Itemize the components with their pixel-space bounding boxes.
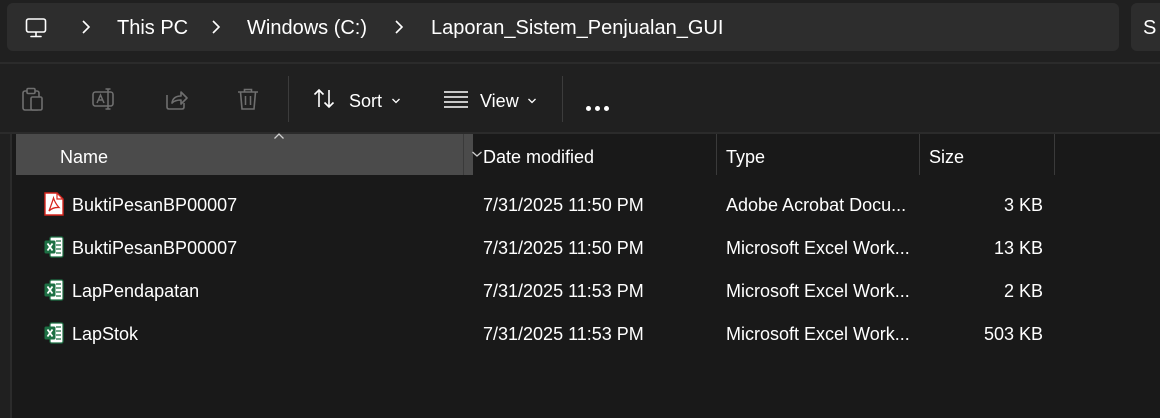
share-icon[interactable]	[163, 86, 189, 112]
file-type: Microsoft Excel Work...	[726, 281, 910, 301]
file-date-modified: 7/31/2025 11:50 PM	[483, 195, 644, 215]
column-header-date-label: Date modified	[483, 147, 595, 167]
file-type: Microsoft Excel Work...	[726, 324, 910, 344]
file-type: Adobe Acrobat Docu...	[726, 195, 907, 215]
title-address-area: This PC Windows (C:) Laporan_Sistem_Penj…	[0, 0, 1160, 62]
column-header-type-label: Type	[726, 147, 766, 167]
pdf-file-icon	[44, 192, 64, 216]
chevron-down-icon[interactable]	[527, 97, 537, 105]
excel-file-icon	[44, 279, 64, 301]
toolbar-separator	[562, 76, 563, 122]
command-bar: Sort View	[0, 64, 1160, 132]
chevron-right-icon[interactable]	[210, 18, 222, 36]
chevron-right-icon[interactable]	[393, 18, 405, 36]
column-header-date[interactable]: Date modified	[474, 134, 716, 175]
breadcrumb-windows-c[interactable]: Windows (C:)	[247, 16, 367, 40]
chevron-right-icon[interactable]	[80, 18, 92, 36]
file-date-modified: 7/31/2025 11:50 PM	[483, 238, 644, 258]
navigation-pane-edge	[0, 134, 12, 418]
column-header-size[interactable]: Size	[920, 134, 1054, 175]
search-box[interactable]: S	[1131, 3, 1160, 51]
file-name: LapPendapatan	[72, 281, 200, 301]
file-row[interactable]: BuktiPesanBP00007 7/31/2025 11:50 PM Mic…	[16, 226, 1056, 269]
sort-button-label[interactable]: Sort	[349, 90, 382, 112]
address-bar[interactable]: This PC Windows (C:) Laporan_Sistem_Penj…	[7, 3, 1119, 51]
file-row[interactable]: BuktiPesanBP00007 7/31/2025 11:50 PM Ado…	[16, 183, 1056, 226]
file-size: 13 KB	[993, 238, 1043, 258]
column-header-type[interactable]: Type	[717, 134, 919, 175]
column-divider[interactable]	[1054, 134, 1055, 175]
file-name: BuktiPesanBP00007	[72, 238, 238, 258]
this-pc-icon[interactable]	[24, 16, 48, 40]
view-button-label[interactable]: View	[480, 90, 519, 112]
more-options-icon[interactable]	[586, 98, 613, 116]
file-type: Microsoft Excel Work...	[726, 238, 910, 258]
file-row[interactable]: LapPendapatan 7/31/2025 11:53 PM Microso…	[16, 269, 1056, 312]
column-header-name-label: Name	[60, 147, 109, 167]
file-name: LapStok	[72, 324, 139, 344]
rename-icon[interactable]	[91, 86, 117, 112]
breadcrumb-this-pc[interactable]: This PC	[117, 16, 188, 40]
sort-ascending-caret-icon	[274, 133, 284, 139]
delete-icon[interactable]	[235, 86, 261, 112]
file-row[interactable]: LapStok 7/31/2025 11:53 PM Microsoft Exc…	[16, 312, 1056, 355]
file-size: 2 KB	[1003, 281, 1043, 301]
file-name: BuktiPesanBP00007	[72, 195, 238, 215]
search-box-partial-text: S	[1143, 17, 1157, 39]
column-header-size-label: Size	[929, 147, 965, 167]
file-size: 503 KB	[983, 324, 1043, 344]
excel-file-icon	[44, 322, 64, 344]
file-list: Name Date modified Type Size BuktiPesanB…	[0, 133, 1160, 418]
column-header-name[interactable]: Name	[16, 133, 482, 175]
view-icon[interactable]	[443, 86, 469, 112]
breadcrumb-current-folder[interactable]: Laporan_Sistem_Penjualan_GUI	[431, 16, 723, 40]
paste-icon[interactable]	[19, 86, 45, 112]
excel-file-icon	[44, 236, 64, 258]
file-size: 3 KB	[1003, 195, 1043, 215]
file-date-modified: 7/31/2025 11:53 PM	[483, 324, 644, 344]
file-date-modified: 7/31/2025 11:53 PM	[483, 281, 644, 301]
chevron-down-icon[interactable]	[391, 97, 401, 105]
toolbar-separator	[288, 76, 289, 122]
sort-icon[interactable]	[312, 86, 338, 112]
